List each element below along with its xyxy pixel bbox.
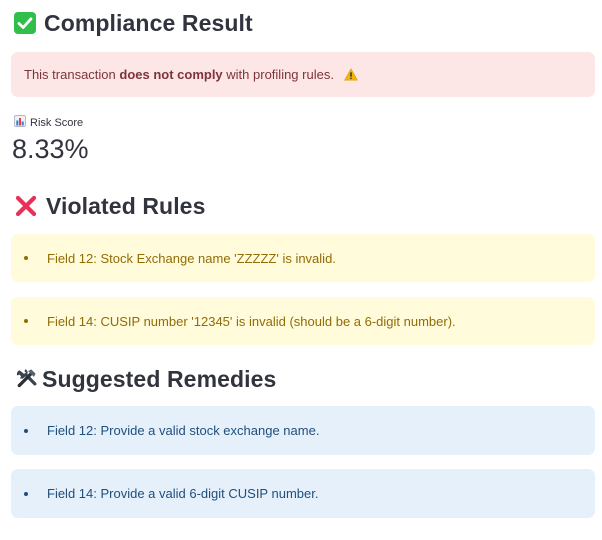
- violated-rule-item: Field 12: Stock Exchange name 'ZZZZZ' is…: [11, 234, 595, 282]
- cross-mark-icon: [14, 194, 38, 218]
- remedy-item: Field 14: Provide a valid 6-digit CUSIP …: [11, 469, 595, 518]
- compliance-result-heading: Compliance Result: [14, 9, 253, 37]
- compliance-result-title: Compliance Result: [44, 9, 253, 36]
- violated-rule-text: Field 12: Stock Exchange name 'ZZZZZ' is…: [47, 250, 336, 266]
- risk-score-value: 8.33%: [12, 134, 89, 164]
- bullet-dot: [24, 319, 28, 323]
- remedy-text: Field 14: Provide a valid 6-digit CUSIP …: [47, 486, 319, 501]
- bullet-dot: [24, 256, 28, 260]
- suggested-remedies-title: Suggested Remedies: [42, 365, 277, 392]
- bar-chart-icon: [14, 115, 26, 130]
- alert-text-suffix: with profiling rules.: [222, 67, 334, 82]
- alert-text-bold: does not comply: [119, 67, 223, 82]
- bullet-dot: [24, 428, 28, 433]
- risk-score-label-row: Risk Score: [14, 115, 83, 130]
- warning-icon: [343, 68, 358, 84]
- remedy-text: Field 12: Provide a valid stock exchange…: [47, 423, 320, 438]
- hammer-and-wrench-icon: [14, 367, 38, 391]
- compliance-error-alert: This transaction does not comply with pr…: [11, 52, 595, 97]
- violated-rule-item: Field 14: CUSIP number '12345' is invali…: [11, 297, 595, 345]
- alert-text-prefix: This transaction: [24, 67, 120, 82]
- risk-score-label: Risk Score: [30, 116, 84, 129]
- remedy-item: Field 12: Provide a valid stock exchange…: [11, 406, 595, 455]
- bullet-dot: [24, 491, 28, 496]
- check-mark-button-icon: [14, 12, 36, 34]
- violated-rule-text: Field 14: CUSIP number '12345' is invali…: [47, 313, 456, 329]
- violated-rules-heading: Violated Rules: [14, 192, 205, 220]
- violated-rules-title: Violated Rules: [46, 192, 206, 219]
- suggested-remedies-heading: Suggested Remedies: [14, 365, 276, 393]
